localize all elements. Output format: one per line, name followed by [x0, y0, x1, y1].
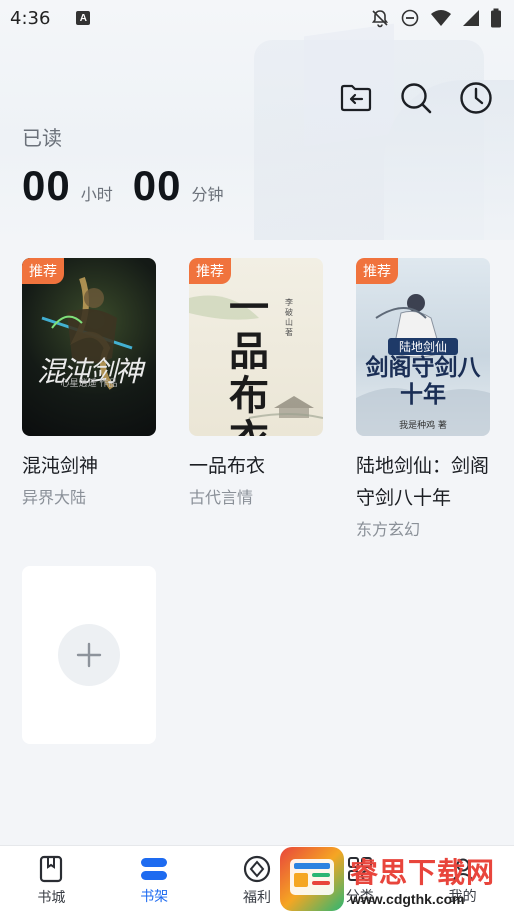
cover-author-text: 心星逍遥 作品	[60, 379, 118, 389]
watermark: 睿思下载网 www.cdgthk.com	[280, 845, 510, 913]
cover-title-text: 一品布衣	[229, 284, 269, 437]
status-time: 4:36	[10, 7, 51, 29]
minutes-value: 00	[132, 162, 182, 209]
recommend-badge: 推荐	[189, 258, 231, 284]
book-title: 陆地剑仙：剑阁守剑八十年	[356, 455, 490, 509]
add-book-button[interactable]	[58, 624, 120, 686]
status-bar: 4:36 A	[0, 0, 514, 36]
history-button[interactable]	[458, 80, 494, 116]
watermark-url: www.cdgthk.com	[350, 891, 465, 907]
bell-off-icon	[370, 8, 390, 28]
gift-icon	[243, 855, 271, 882]
book-card[interactable]: 推荐 一品布衣 李破山 著 一品布衣 古代言情	[189, 258, 323, 508]
book-cover: 推荐 一品布衣 李破山 著	[189, 258, 323, 436]
watermark-logo-icon	[280, 847, 344, 911]
book-card[interactable]: 推荐 混沌剑神 心星逍遥 作品 混沌剑神 异界大陆	[22, 258, 156, 508]
reading-time: 00 小时 00 分钟	[22, 162, 243, 210]
book-cover: 推荐 陆地剑仙 剑阁守剑八十年 我是种鸡 著	[356, 258, 490, 436]
book-title: 一品布衣	[189, 455, 266, 477]
hours-value: 00	[22, 162, 71, 209]
nav-bookstore[interactable]: 书城	[0, 846, 103, 915]
book-card[interactable]: 推荐 陆地剑仙 剑阁守剑八十年 我是种鸡 著 陆地剑仙：剑阁守剑八十年 东方玄幻	[356, 258, 490, 540]
recommend-badge: 推荐	[22, 258, 64, 284]
import-folder-button[interactable]	[338, 80, 374, 116]
book-cover: 推荐 混沌剑神 心星逍遥 作品	[22, 258, 156, 436]
nav-bookshelf[interactable]: 书架	[103, 846, 206, 915]
top-actions	[338, 80, 494, 116]
cover-author-text: 我是种鸡 著	[399, 421, 447, 431]
cover-illustration	[41, 277, 133, 390]
cover-subtitle-text: 陆地剑仙	[388, 338, 458, 355]
plus-icon	[76, 642, 102, 668]
battery-icon	[490, 8, 502, 28]
clock-icon	[460, 82, 492, 114]
cover-title-text: 剑阁守剑八十年	[365, 354, 481, 408]
bookshelf-icon	[141, 857, 168, 880]
hours-unit: 小时	[80, 185, 113, 204]
nav-label: 书城	[37, 889, 66, 906]
signal-icon	[462, 9, 480, 27]
book-category: 古代言情	[189, 488, 254, 507]
book-icon	[40, 855, 63, 882]
folder-import-icon	[340, 84, 372, 112]
search-button[interactable]	[398, 80, 434, 116]
book-category: 异界大陆	[22, 488, 87, 507]
app-notification-icon: A	[76, 11, 91, 25]
cover-author-text: 李破山 著	[285, 298, 293, 337]
nav-label: 福利	[242, 889, 271, 906]
book-category: 东方玄幻	[356, 520, 421, 539]
nav-label: 书架	[140, 888, 169, 905]
do-not-disturb-icon	[400, 8, 420, 28]
wifi-icon	[430, 9, 452, 27]
minutes-unit: 分钟	[191, 185, 224, 204]
add-book-card[interactable]	[22, 566, 156, 744]
book-title: 混沌剑神	[22, 455, 99, 477]
watermark-title: 睿思下载网	[350, 856, 496, 889]
read-label: 已读	[22, 126, 62, 150]
search-icon	[401, 83, 432, 114]
recommend-badge: 推荐	[356, 258, 398, 284]
